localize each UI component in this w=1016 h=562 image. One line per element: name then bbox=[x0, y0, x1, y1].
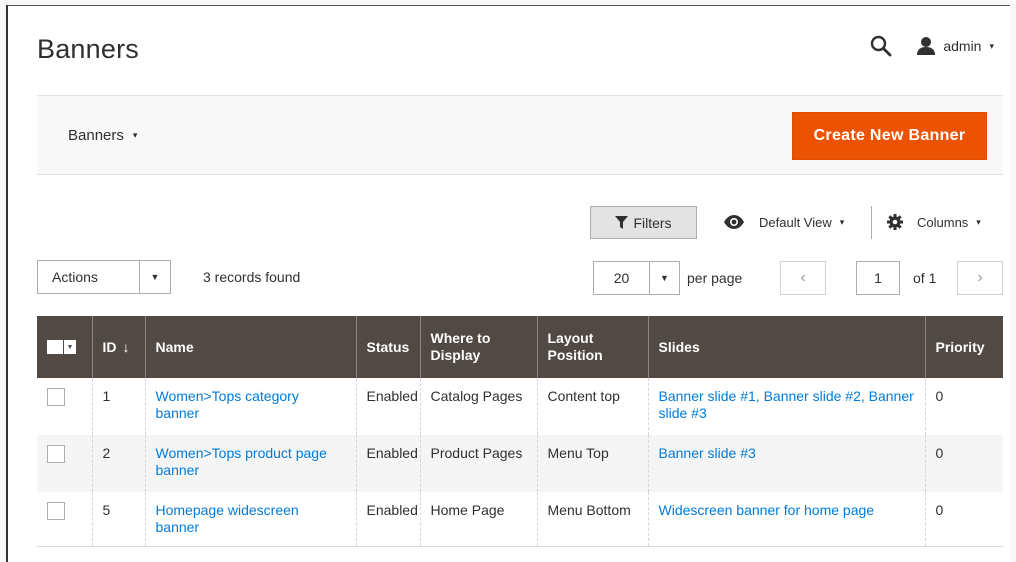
admin-user-menu[interactable]: admin ▾ bbox=[916, 36, 994, 56]
chevron-down-icon[interactable]: ▼ bbox=[63, 340, 76, 354]
table-row[interactable]: 2 Women>Tops product page banner Enabled… bbox=[37, 435, 1003, 492]
cell-id: 1 bbox=[91, 378, 145, 435]
cell-priority: 0 bbox=[924, 378, 1003, 435]
banner-name-link[interactable]: Homepage widescreen banner bbox=[156, 502, 299, 535]
cell-where-to-display: Product Pages bbox=[419, 435, 537, 492]
cell-slides: Banner slide #1, Banner slide #2, Banner… bbox=[647, 378, 925, 435]
column-header-where-to-display[interactable]: Where to Display bbox=[419, 316, 537, 378]
mass-actions-select[interactable]: Actions ▼ bbox=[37, 260, 171, 294]
cell-where-to-display: Catalog Pages bbox=[419, 378, 537, 435]
current-page-input[interactable] bbox=[856, 261, 900, 295]
cell-layout-position: Menu Bottom bbox=[536, 492, 648, 547]
row-select-cell bbox=[37, 435, 92, 492]
banner-name-link[interactable]: Women>Tops product page banner bbox=[156, 445, 327, 478]
page-size-select[interactable]: 20 ▼ bbox=[593, 261, 680, 295]
cell-slides: Widescreen banner for home page bbox=[647, 492, 925, 547]
page-title: Banners bbox=[37, 34, 139, 64]
mass-actions-label: Actions bbox=[52, 269, 98, 285]
filters-button[interactable]: Filters bbox=[590, 206, 697, 239]
row-select-cell bbox=[37, 492, 92, 547]
window-top-border bbox=[0, 0, 1016, 6]
eye-icon bbox=[723, 215, 745, 229]
id-header-label: ID bbox=[102, 338, 117, 355]
cell-name: Homepage widescreen banner bbox=[144, 492, 356, 547]
admin-username: admin bbox=[943, 38, 982, 54]
cell-name: Women>Tops category banner bbox=[144, 378, 356, 435]
chevron-left-icon: ‹ bbox=[800, 269, 806, 286]
chevron-down-icon: ▾ bbox=[976, 216, 981, 227]
chevron-down-icon: ▾ bbox=[132, 130, 138, 140]
cell-priority: 0 bbox=[924, 435, 1003, 492]
cell-priority: 0 bbox=[924, 492, 1003, 547]
page-size-value: 20 bbox=[613, 270, 630, 286]
create-new-banner-button[interactable]: Create New Banner bbox=[792, 112, 987, 160]
column-header-id[interactable]: ID ↓ bbox=[91, 316, 145, 378]
slides-link[interactable]: Banner slide #3 bbox=[659, 445, 756, 461]
columns-label: Columns bbox=[917, 214, 969, 230]
column-header-slides[interactable]: Slides bbox=[647, 316, 925, 378]
cell-layout-position: Content top bbox=[536, 378, 648, 435]
slides-link[interactable]: Widescreen banner for home page bbox=[659, 502, 875, 518]
chevron-right-icon: › bbox=[977, 269, 983, 286]
sort-descending-icon: ↓ bbox=[122, 338, 130, 355]
window-left-border bbox=[6, 5, 8, 562]
table-header-row: ▼ ID ↓ Name Status Where to Display Layou… bbox=[37, 316, 1003, 378]
chevron-down-icon: ▼ bbox=[649, 262, 679, 294]
cell-id: 5 bbox=[91, 492, 145, 547]
table-row[interactable]: 5 Homepage widescreen banner Enabled Hom… bbox=[37, 492, 1003, 547]
page-actions-bar: Banners ▾ Create New Banner bbox=[37, 95, 1003, 175]
slides-link[interactable]: Banner slide #1, Banner slide #2, Banner… bbox=[659, 388, 914, 421]
user-icon bbox=[916, 36, 936, 56]
toolbar-divider bbox=[871, 206, 872, 239]
cell-slides: Banner slide #3 bbox=[647, 435, 925, 492]
filters-label: Filters bbox=[633, 214, 672, 231]
column-header-priority[interactable]: Priority bbox=[924, 316, 1003, 378]
row-checkbox[interactable] bbox=[47, 388, 65, 406]
table-row[interactable]: 1 Women>Tops category banner Enabled Cat… bbox=[37, 378, 1003, 435]
chevron-down-icon: ▼ bbox=[139, 261, 170, 293]
next-page-button[interactable]: › bbox=[957, 261, 1003, 295]
row-checkbox[interactable] bbox=[47, 502, 65, 520]
cell-status: Enabled bbox=[355, 435, 420, 492]
cell-where-to-display: Home Page bbox=[419, 492, 537, 547]
cell-id: 2 bbox=[91, 435, 145, 492]
search-icon[interactable] bbox=[870, 35, 892, 57]
column-header-name[interactable]: Name bbox=[144, 316, 356, 378]
row-checkbox[interactable] bbox=[47, 445, 65, 463]
column-header-layout-position[interactable]: Layout Position bbox=[536, 316, 648, 378]
cell-status: Enabled bbox=[355, 378, 420, 435]
page-total: of 1 bbox=[913, 270, 937, 286]
default-view-label: Default View bbox=[759, 214, 832, 230]
chevron-down-icon: ▾ bbox=[989, 40, 994, 51]
mass-select-control[interactable]: ▼ bbox=[47, 340, 82, 354]
cell-name: Women>Tops product page banner bbox=[144, 435, 356, 492]
banners-grid: ▼ ID ↓ Name Status Where to Display Layou… bbox=[37, 316, 1003, 547]
cell-status: Enabled bbox=[355, 492, 420, 547]
header-actions: admin ▾ bbox=[870, 33, 994, 59]
row-select-cell bbox=[37, 378, 92, 435]
per-page-label: per page bbox=[687, 270, 743, 286]
window-right-margin bbox=[1010, 5, 1016, 562]
scope-switcher[interactable]: Banners ▾ bbox=[68, 127, 137, 144]
records-found-count: 3 records found bbox=[203, 269, 301, 285]
scope-switcher-label: Banners bbox=[68, 127, 124, 144]
previous-page-button[interactable]: ‹ bbox=[780, 261, 826, 295]
mass-select-header[interactable]: ▼ bbox=[37, 316, 92, 378]
chevron-down-icon: ▾ bbox=[839, 216, 845, 227]
banner-name-link[interactable]: Women>Tops category banner bbox=[156, 388, 299, 421]
columns-dropdown[interactable]: Columns ▾ bbox=[887, 211, 981, 233]
select-all-checkbox[interactable] bbox=[47, 340, 63, 354]
gear-icon bbox=[887, 214, 903, 230]
cell-layout-position: Menu Top bbox=[536, 435, 648, 492]
filter-icon bbox=[615, 216, 629, 229]
default-view-dropdown[interactable]: Default View ▾ bbox=[723, 211, 844, 233]
column-header-status[interactable]: Status bbox=[355, 316, 420, 378]
